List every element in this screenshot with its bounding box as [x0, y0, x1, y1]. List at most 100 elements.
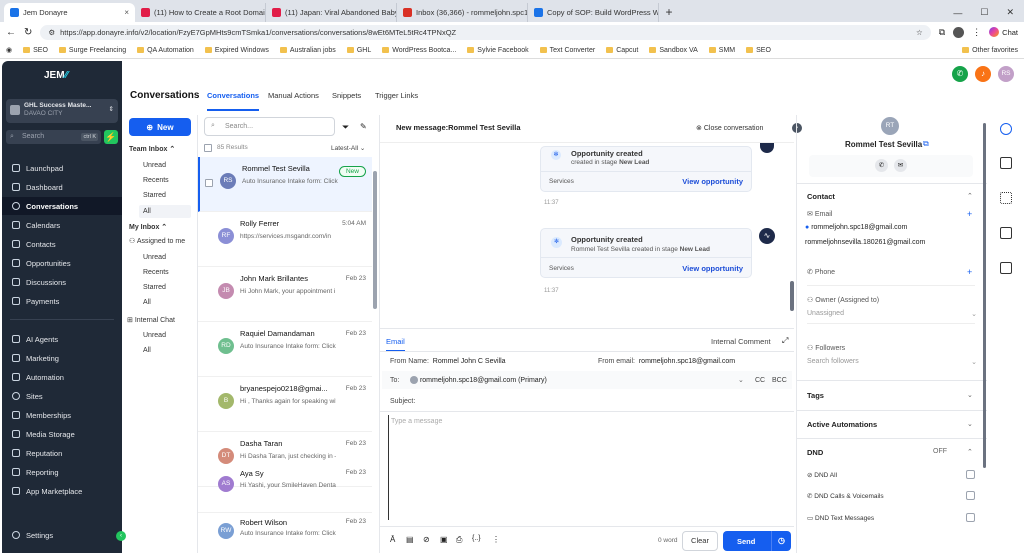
new-tab-button[interactable]: +	[659, 3, 679, 22]
bookmark-item[interactable]: Expired Windows	[204, 47, 269, 54]
bookmark-item[interactable]: WordPress Bootca...	[382, 47, 456, 54]
minimize-icon[interactable]: —	[953, 8, 962, 18]
new-conversation-button[interactable]: ⊕ New	[129, 118, 191, 136]
custom-values-icon[interactable]: {..}	[472, 535, 481, 542]
filter-internal-unread[interactable]: Unread	[143, 332, 166, 339]
bookmark-item[interactable]: Surge Freelancing	[58, 47, 126, 54]
my-inbox-toggle[interactable]: My Inbox ⌃	[129, 223, 167, 231]
phone-button[interactable]: ✆	[952, 66, 968, 82]
select-all-checkbox[interactable]	[204, 144, 212, 152]
tab-internal-comment[interactable]: Internal Comment	[711, 337, 771, 346]
filter-my-recents[interactable]: Recents	[143, 269, 169, 276]
from-name-value[interactable]: Rommel John C Sevilla	[433, 358, 506, 365]
filter-unread[interactable]: Unread	[143, 162, 166, 169]
chat-button[interactable]: Chat	[989, 27, 1018, 37]
notifications-button[interactable]: ♪	[975, 66, 991, 82]
bookmark-item[interactable]: SMM	[708, 47, 735, 54]
expand-icon[interactable]: ⤢	[782, 336, 788, 346]
conversation-search[interactable]: ⌕ Search...	[204, 117, 335, 136]
bookmark-item[interactable]: SEO	[23, 47, 48, 54]
filter-starred[interactable]: Starred	[143, 192, 166, 199]
filter-assigned[interactable]: ⚇ Assigned to me	[129, 237, 185, 245]
conversation-item[interactable]: RW Robert Wilson Auto Insurance Intake f…	[198, 513, 372, 553]
text-format-icon[interactable]: Ā	[390, 535, 395, 544]
sidebar-item-media-storage[interactable]: Media Storage	[2, 425, 122, 443]
browser-tab[interactable]: Copy of SOP: Build WordPress We×	[528, 3, 659, 22]
sidebar-item-discussions[interactable]: Discussions	[2, 273, 122, 291]
internal-chat-toggle[interactable]: ⊞ Internal Chat	[127, 316, 175, 324]
tab-conversations[interactable]: Conversations	[207, 91, 260, 111]
conversation-item[interactable]: JB John Mark Brillantes Hi John Mark, yo…	[198, 267, 372, 322]
open-contact-icon[interactable]: ⧉	[923, 139, 929, 149]
clear-button[interactable]: Clear	[682, 531, 718, 551]
chevron-down-icon[interactable]: ⌄	[967, 420, 973, 428]
panel-scrollbar[interactable]	[983, 123, 986, 468]
site-info-icon[interactable]: ⚙	[48, 28, 55, 37]
active-automations-section[interactable]: Active Automations	[807, 420, 877, 429]
menu-icon[interactable]: ⋮	[972, 27, 981, 38]
bookmark-item[interactable]: Australian jobs	[279, 47, 336, 54]
conversation-item[interactable]: B bryanespejo0218@gmai... Hi , Thanks ag…	[198, 377, 372, 432]
from-email-value[interactable]: rommeljohn.spc18@gmail.com	[639, 358, 735, 365]
chat-scrollbar[interactable]	[790, 281, 794, 311]
notes-document-icon[interactable]	[1000, 262, 1012, 274]
close-icon[interactable]: ×	[124, 8, 129, 17]
maximize-icon[interactable]: ☐	[980, 7, 988, 18]
bookmark-item[interactable]: Sylvie Facebook	[467, 47, 529, 54]
sidebar-item-contacts[interactable]: Contacts	[2, 235, 122, 253]
attachment-icon[interactable]: ⎙	[456, 535, 462, 545]
sidebar-item-settings[interactable]: Settings	[2, 526, 122, 544]
add-email-icon[interactable]: +	[967, 209, 972, 219]
bookmark-item[interactable]: SEO	[746, 47, 771, 54]
compose-icon[interactable]: ✎	[360, 122, 367, 131]
sidebar-item-marketing[interactable]: Marketing	[2, 349, 122, 367]
sidebar-item-app-marketplace[interactable]: App Marketplace	[2, 482, 122, 500]
filter-my-unread[interactable]: Unread	[143, 254, 166, 261]
chevron-up-icon[interactable]: ⌃	[967, 448, 973, 456]
send-button[interactable]: Send ◷	[723, 531, 791, 551]
followers-select[interactable]: Search followers ⌄	[807, 358, 977, 366]
star-icon[interactable]: ☆	[916, 28, 923, 37]
sidebar-item-reputation[interactable]: Reputation	[2, 444, 122, 462]
message-input[interactable]: Type a message	[388, 415, 788, 520]
filter-my-starred[interactable]: Starred	[143, 284, 166, 291]
contact-profile-icon[interactable]	[1000, 123, 1012, 135]
link-icon[interactable]: ⊘	[423, 535, 430, 544]
chevron-down-icon[interactable]: ⌄	[967, 391, 973, 399]
team-inbox-toggle[interactable]: Team Inbox ⌃	[129, 145, 175, 153]
chevron-down-icon[interactable]: ⌄	[738, 376, 744, 384]
email-primary[interactable]: ● rommeljohn.spc18@gmail.com	[805, 224, 907, 231]
tab-manual-actions[interactable]: Manual Actions	[268, 91, 319, 100]
browser-tab[interactable]: (11) How to Create a Root Domain×	[135, 3, 266, 22]
add-phone-icon[interactable]: +	[967, 267, 972, 277]
sidebar-item-launchpad[interactable]: Launchpad	[2, 159, 122, 177]
sidebar-item-payments[interactable]: Payments	[2, 292, 122, 310]
sidebar-item-dashboard[interactable]: Dashboard	[2, 178, 122, 196]
quick-add-button[interactable]: ⚡	[104, 130, 118, 144]
sidebar-item-sites[interactable]: Sites	[2, 387, 122, 405]
tags-section[interactable]: Tags	[807, 391, 824, 400]
conversation-item[interactable]: RF Rolly Ferrer https://services.msgandr…	[198, 212, 372, 267]
location-switcher[interactable]: GHL Success Maste... DAVAO CITY ⇕	[6, 99, 118, 123]
bookmark-item[interactable]: QA Automation	[137, 47, 194, 54]
sidebar-item-automation[interactable]: Automation	[2, 368, 122, 386]
profile-avatar[interactable]	[953, 26, 965, 38]
bookmark-item[interactable]: Sandbox VA	[649, 47, 698, 54]
sidebar-item-reporting[interactable]: Reporting	[2, 463, 122, 481]
close-conversation-button[interactable]: ⊗ Close conversation	[696, 124, 763, 132]
filter-all[interactable]: All	[139, 205, 191, 218]
dnd-calls-checkbox[interactable]	[966, 491, 975, 500]
tasks-check-icon[interactable]	[1000, 227, 1012, 239]
bcc-button[interactable]: BCC	[772, 377, 787, 384]
sidebar-item-opportunities[interactable]: Opportunities	[2, 254, 122, 272]
filter-icon[interactable]: ⏷	[342, 122, 349, 133]
cc-button[interactable]: CC	[755, 377, 765, 384]
reload-icon[interactable]: ↻	[24, 27, 32, 38]
browser-tab[interactable]: Jem Donayre ×	[4, 3, 135, 22]
filter-my-all[interactable]: All	[143, 299, 151, 306]
bookmark-item[interactable]: Capcut	[606, 47, 638, 54]
chevron-up-icon[interactable]: ⌃	[967, 192, 973, 200]
to-recipient[interactable]: rommeljohn.spc18@gmail.com (Primary)	[410, 376, 547, 384]
email-secondary[interactable]: rommeljohnsevilla.180261@gmail.com	[805, 239, 925, 246]
bookmark-item[interactable]: Text Converter	[539, 47, 595, 54]
